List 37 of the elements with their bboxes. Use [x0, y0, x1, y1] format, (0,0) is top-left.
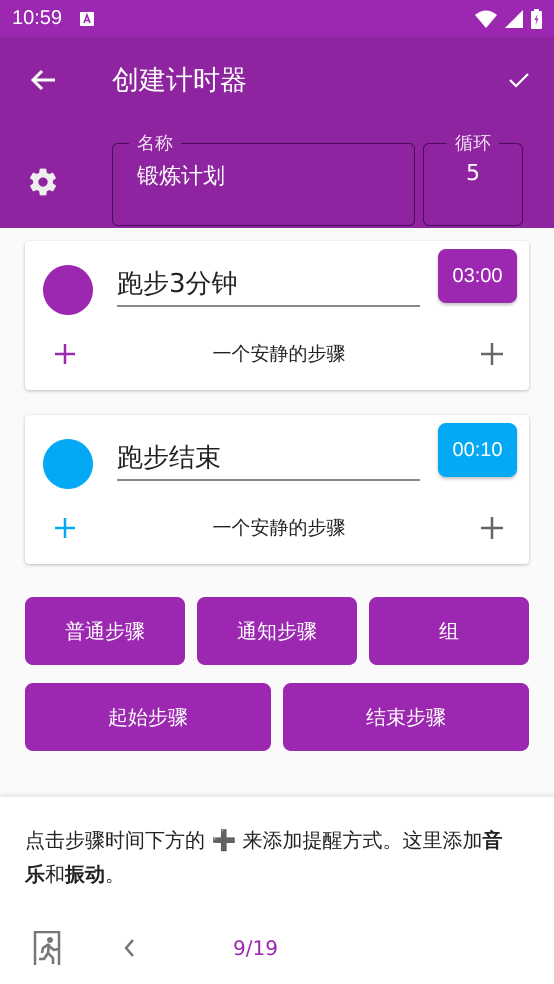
- tutorial-text: 点击步骤时间下方的 ➕ 来添加提醒方式。这里添加音乐和振动。: [25, 827, 504, 888]
- signal-icon: [505, 10, 523, 28]
- add-step-button[interactable]: [481, 343, 503, 365]
- add-step-type-button[interactable]: 组: [369, 597, 529, 665]
- screen-title: 创建计时器: [112, 64, 248, 98]
- plus-icon: [53, 516, 77, 540]
- add-step-type-button[interactable]: 通知步骤: [197, 597, 357, 665]
- battery-icon: [531, 8, 542, 28]
- previous-button[interactable]: [123, 938, 135, 958]
- status-time: 10:59: [12, 7, 62, 30]
- step-sound-label: 一个安静的步骤: [212, 342, 346, 367]
- step-sound-label: 一个安静的步骤: [212, 516, 346, 541]
- add-step-type-button[interactable]: 起始步骤: [25, 683, 271, 751]
- add-reminder-button[interactable]: [53, 342, 77, 366]
- color-dot[interactable]: [43, 438, 93, 488]
- plus-icon: [53, 342, 77, 366]
- step-name-field[interactable]: 跑步结束: [117, 440, 420, 481]
- duration-button[interactable]: 03:00: [438, 249, 517, 303]
- step-name-field[interactable]: 跑步3分钟: [117, 266, 420, 307]
- field-label: 名称: [136, 132, 174, 155]
- notification-icon: [80, 12, 94, 26]
- wifi-icon: [475, 10, 497, 28]
- exit-button[interactable]: [33, 931, 61, 965]
- color-dot[interactable]: [43, 264, 93, 314]
- back-arrow-icon: [30, 69, 56, 91]
- exit-door-icon: [33, 931, 61, 965]
- chevron-left-icon: [123, 938, 135, 958]
- add-reminder-button[interactable]: [53, 516, 77, 540]
- add-step-type-button[interactable]: 普通步骤: [25, 597, 185, 665]
- add-step-type-button[interactable]: 结束步骤: [283, 683, 529, 751]
- field-label: 循环: [454, 132, 492, 155]
- plus-icon: [481, 517, 503, 539]
- plus-icon: [481, 343, 503, 365]
- add-step-button[interactable]: [481, 517, 503, 539]
- settings-icon: [27, 166, 59, 198]
- page-counter: 9/19: [232, 936, 279, 960]
- checkmark-icon: [509, 72, 529, 88]
